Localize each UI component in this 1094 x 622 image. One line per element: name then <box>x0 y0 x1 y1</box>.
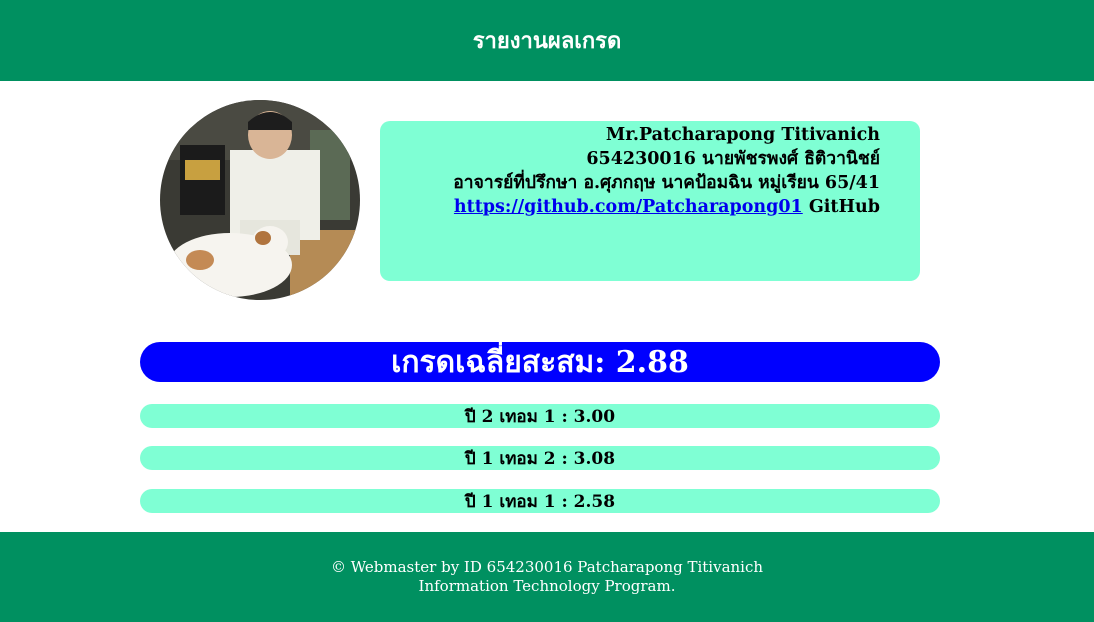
cumulative-gpa: เกรดเฉลี่ยสะสม: 2.88 <box>140 342 940 382</box>
profile-info-card: Mr.Patcharapong Titivanich 654230016 นาย… <box>380 121 920 281</box>
advisor-group: อาจารย์ที่ปรึกษา อ.ศุภกฤษ นาคป้อมฉิน หมู… <box>453 173 880 193</box>
github-line: https://github.com/Patcharapong01 GitHub <box>380 195 880 219</box>
github-label: GitHub <box>808 197 880 217</box>
term-grade: ปี 2 เทอม 1 : 3.00 <box>140 404 940 428</box>
page-footer: © Webmaster by ID 654230016 Patcharapong… <box>0 532 1094 622</box>
profile-photo <box>160 100 360 300</box>
page-title: รายงานผลเกรด <box>472 29 622 54</box>
term-grade: ปี 1 เทอม 2 : 3.08 <box>140 446 940 470</box>
student-id-name-th: 654230016 นายพัชรพงศ์ ธิติวานิชย์ <box>586 149 880 169</box>
footer-credit: © Webmaster by ID 654230016 Patcharapong… <box>330 558 764 576</box>
name-en: Mr.Patcharapong Titivanich <box>605 125 880 145</box>
github-link[interactable]: https://github.com/Patcharapong01 <box>454 197 803 217</box>
term-grade: ปี 1 เทอม 1 : 2.58 <box>140 489 940 513</box>
page-header: รายงานผลเกรด <box>0 0 1094 81</box>
footer-program: Information Technology Program. <box>418 577 676 595</box>
